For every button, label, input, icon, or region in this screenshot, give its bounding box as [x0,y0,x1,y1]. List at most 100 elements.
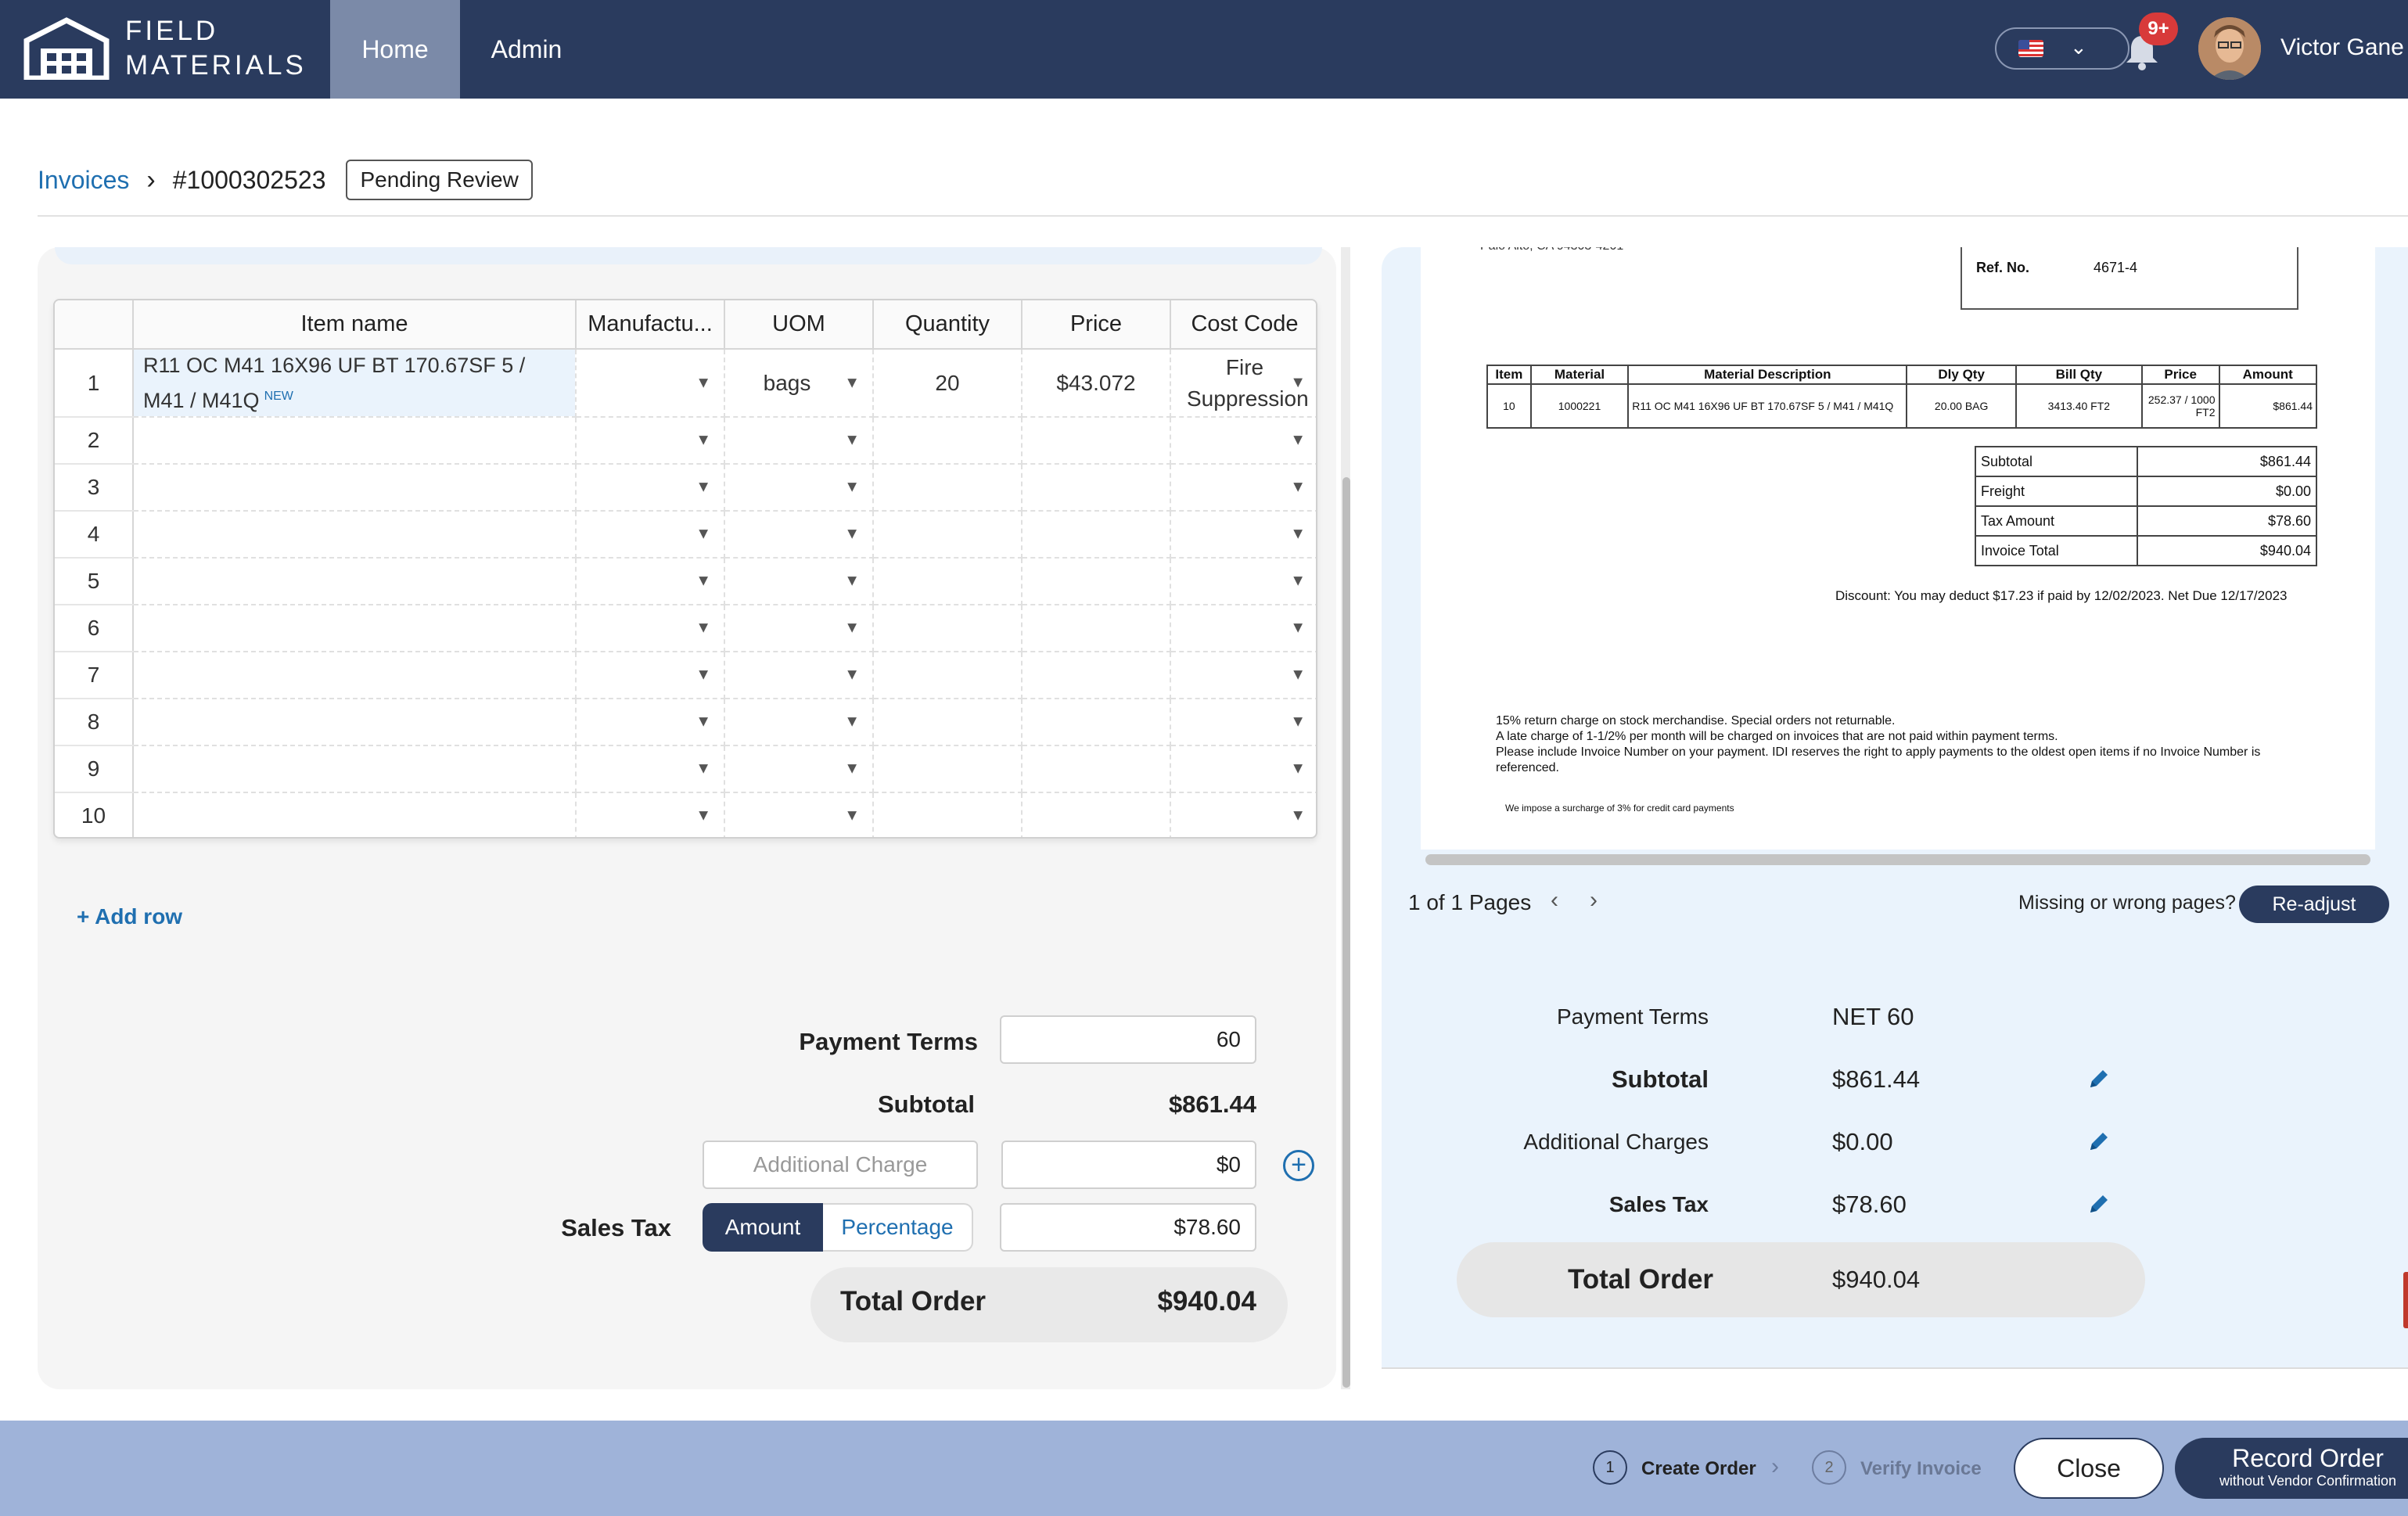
price-cell[interactable] [1022,511,1171,559]
quantity-cell[interactable] [873,605,1023,652]
quantity-cell[interactable] [873,558,1023,605]
dropdown-arrow-icon[interactable]: ▼ [1290,367,1306,398]
dropdown-arrow-icon[interactable]: ▼ [1290,807,1306,825]
item-name-cell[interactable] [133,417,577,465]
uom-cell[interactable]: ▼ [724,605,874,652]
dropdown-arrow-icon[interactable]: ▼ [695,573,711,591]
sales-tax-input[interactable]: $78.60 [1000,1203,1256,1252]
edit-additional-charges-pencil-icon[interactable] [2086,1128,2112,1155]
cost-code-cell[interactable]: ▼ [1170,699,1316,746]
item-name-cell[interactable] [133,699,577,746]
dropdown-arrow-icon[interactable]: ▼ [1290,760,1306,778]
dropdown-arrow-icon[interactable]: ▼ [844,807,860,825]
uom-cell[interactable]: ▼ [724,792,874,837]
price-cell[interactable] [1022,558,1171,605]
dropdown-arrow-icon[interactable]: ▼ [695,666,711,684]
readjust-button[interactable]: Re-adjust [2239,886,2389,923]
dropdown-arrow-icon[interactable]: ▼ [844,760,860,778]
price-cell[interactable] [1022,464,1171,512]
item-name-cell[interactable] [133,605,577,652]
dropdown-arrow-icon[interactable]: ▼ [1290,432,1306,450]
cost-code-cell[interactable]: Fire Suppression ▼ [1170,349,1316,418]
cost-code-cell[interactable]: ▼ [1170,558,1316,605]
dropdown-arrow-icon[interactable]: ▼ [1290,620,1306,638]
column-header-item-name[interactable]: Item name [133,300,577,350]
close-button[interactable]: Close [2014,1438,2164,1499]
item-name-cell[interactable] [133,558,577,605]
dropdown-arrow-icon[interactable]: ▼ [695,526,711,544]
edit-sales-tax-pencil-icon[interactable] [2086,1191,2112,1217]
dropdown-arrow-icon[interactable]: ▼ [695,620,711,638]
document-horizontal-scrollbar[interactable] [1425,854,2370,865]
dropdown-arrow-icon[interactable]: ▼ [844,666,860,684]
item-name-cell[interactable] [133,652,577,699]
uom-cell[interactable]: ▼ [724,652,874,699]
quantity-cell[interactable]: 20 [873,349,1023,418]
item-name-cell[interactable] [133,464,577,512]
column-header-quantity[interactable]: Quantity [873,300,1023,350]
item-name-cell[interactable] [133,792,577,837]
cost-code-cell[interactable]: ▼ [1170,464,1316,512]
dropdown-arrow-icon[interactable]: ▼ [844,573,860,591]
uom-cell[interactable]: bags ▼ [724,349,874,418]
dropdown-arrow-icon[interactable]: ▼ [844,479,860,497]
breadcrumb-invoices-link[interactable]: Invoices [38,166,129,195]
quantity-cell[interactable] [873,699,1023,746]
uom-cell[interactable]: ▼ [724,417,874,465]
dropdown-arrow-icon[interactable]: ▼ [1290,526,1306,544]
left-panel-scrollbar-thumb[interactable] [1342,477,1350,1388]
edit-subtotal-pencil-icon[interactable] [2086,1065,2112,1092]
sales-tax-amount-tab[interactable]: Amount [703,1203,823,1252]
quantity-cell[interactable] [873,652,1023,699]
manufacturer-cell[interactable]: ▼ [576,652,725,699]
manufacturer-cell[interactable]: ▼ [576,558,725,605]
manufacturer-cell[interactable]: ▼ [576,792,725,837]
dropdown-arrow-icon[interactable]: ▼ [1290,666,1306,684]
dropdown-arrow-icon[interactable]: ▼ [695,432,711,450]
column-header-price[interactable]: Price [1022,300,1171,350]
manufacturer-cell[interactable]: ▼ [576,511,725,559]
dropdown-arrow-icon[interactable]: ▼ [844,713,860,731]
manufacturer-cell[interactable]: ▼ [576,745,725,793]
price-cell[interactable] [1022,605,1171,652]
quantity-cell[interactable] [873,464,1023,512]
dropdown-arrow-icon[interactable]: ▼ [695,479,711,497]
column-header-manufacturer[interactable]: Manufactu... [576,300,725,350]
dropdown-arrow-icon[interactable]: ▼ [1290,479,1306,497]
column-header-cost-code[interactable]: Cost Code [1170,300,1316,350]
dropdown-arrow-icon[interactable]: ▼ [695,760,711,778]
add-row-button[interactable]: + Add row [77,904,182,929]
uom-cell[interactable]: ▼ [724,464,874,512]
nav-tab-home[interactable]: Home [330,0,460,99]
dropdown-arrow-icon[interactable]: ▼ [695,713,711,731]
payment-terms-input[interactable]: 60 [1000,1015,1256,1064]
record-order-button[interactable]: Record Order without Vendor Confirmation [2175,1438,2408,1499]
uom-cell[interactable]: ▼ [724,745,874,793]
cost-code-cell[interactable]: ▼ [1170,417,1316,465]
column-header-uom[interactable]: UOM [724,300,874,350]
cost-code-cell[interactable]: ▼ [1170,605,1316,652]
quantity-cell[interactable] [873,745,1023,793]
cost-code-cell[interactable]: ▼ [1170,792,1316,837]
price-cell[interactable] [1022,699,1171,746]
quantity-cell[interactable] [873,511,1023,559]
uom-cell[interactable]: ▼ [724,558,874,605]
uom-cell[interactable]: ▼ [724,511,874,559]
item-name-cell[interactable] [133,511,577,559]
dropdown-arrow-icon[interactable]: ▼ [844,432,860,450]
manufacturer-cell[interactable]: ▼ [576,464,725,512]
dropdown-arrow-icon[interactable]: ▼ [1290,573,1306,591]
quantity-cell[interactable] [873,417,1023,465]
invoice-document-image[interactable]: Palo Alto, CA 94303-4201 Ref. No. 4671-4… [1421,247,2375,850]
manufacturer-cell[interactable]: ▼ [576,699,725,746]
dropdown-arrow-icon[interactable]: ▼ [844,620,860,638]
manufacturer-cell[interactable]: ▼ [576,417,725,465]
cost-code-cell[interactable]: ▼ [1170,652,1316,699]
dropdown-arrow-icon[interactable]: ▼ [695,807,711,825]
item-name-cell[interactable] [133,745,577,793]
cost-code-cell[interactable]: ▼ [1170,745,1316,793]
dropdown-arrow-icon[interactable]: ▼ [844,526,860,544]
chevron-left-icon[interactable]: ‹ [1551,887,1558,914]
nav-tab-admin[interactable]: Admin [460,0,593,99]
side-drawer-tab[interactable] [2403,1272,2408,1328]
